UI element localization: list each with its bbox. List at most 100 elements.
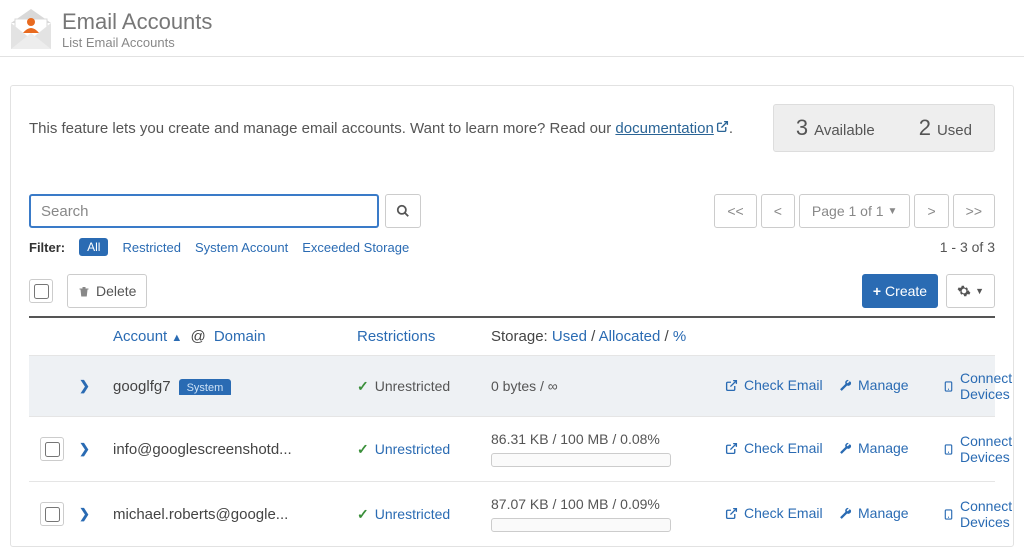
create-label: Create — [885, 283, 927, 299]
storage-cell: 0 bytes / ∞ — [491, 378, 721, 394]
filter-exceeded[interactable]: Exceeded Storage — [302, 240, 409, 255]
filter-restricted[interactable]: Restricted — [122, 240, 181, 255]
system-badge: System — [179, 379, 232, 395]
table-header: Account ▲ @ Domain Restrictions Storage:… — [29, 318, 995, 355]
table-body: ❯googlfg7System✓Unrestricted0 bytes / ∞C… — [29, 355, 995, 546]
create-button[interactable]: + Create — [862, 274, 938, 308]
restriction-cell: ✓ Unrestricted — [357, 378, 487, 395]
external-link-icon — [716, 120, 729, 137]
check-icon: ✓ — [357, 378, 369, 394]
delete-button[interactable]: Delete — [67, 274, 147, 308]
table-row: ❯googlfg7System✓ Unrestricted 0 bytes / ∞C… — [29, 355, 995, 416]
search-button[interactable] — [385, 194, 421, 228]
page-prev-button[interactable]: < — [761, 194, 795, 228]
restriction-text: Unrestricted — [375, 378, 450, 394]
select-all-wrap[interactable] — [29, 279, 53, 303]
filter-label: Filter: — [29, 240, 65, 255]
filter-row: Filter: All Restricted System Account Ex… — [29, 238, 995, 256]
available-count: 3 — [796, 115, 808, 141]
storage-text: 86.31 KB / 100 MB / 0.08% — [491, 431, 721, 447]
manage-link[interactable]: Manage — [839, 440, 909, 456]
account-cell: michael.roberts@google... — [113, 506, 353, 523]
gear-icon — [957, 284, 971, 298]
page-title: Email Accounts — [62, 9, 212, 35]
connect-devices-link[interactable]: Connect Devices — [943, 498, 1012, 530]
restriction-text: Unrestricted — [375, 506, 450, 522]
intro-text-before: This feature lets you create and manage … — [29, 120, 615, 137]
account-cell: info@googlescreenshotd... — [113, 441, 353, 458]
stat-used: 2 Used — [897, 115, 994, 141]
restriction-cell[interactable]: ✓Unrestricted — [357, 441, 487, 458]
external-link-icon — [725, 379, 738, 392]
wrench-icon — [839, 379, 852, 392]
col-storage: Storage: Used / Allocated / % — [491, 328, 721, 345]
pagination: << < Page 1 of 1 ▼ > >> — [714, 194, 995, 228]
intro-text-after: . — [729, 120, 733, 137]
caret-down-icon: ▼ — [888, 206, 898, 217]
external-link-icon — [725, 442, 738, 455]
col-restrictions[interactable]: Restrictions — [357, 328, 487, 345]
restriction-cell[interactable]: ✓ Unrestricted — [357, 506, 487, 523]
action-bar: Delete + Create ▼ — [29, 274, 995, 318]
main-panel: This feature lets you create and manage … — [10, 85, 1014, 547]
device-icon — [943, 507, 954, 522]
email-accounts-icon — [8, 6, 54, 52]
expand-row-chevron[interactable]: ❯ — [79, 441, 109, 457]
device-icon — [943, 442, 954, 457]
available-label: Available — [814, 122, 875, 139]
external-link-icon — [725, 507, 738, 520]
storage-cell: 87.07 KB / 100 MB / 0.09% — [491, 496, 721, 532]
page-next-button[interactable]: > — [914, 194, 948, 228]
check-email-link[interactable]: Check Email — [725, 377, 823, 393]
col-account[interactable]: Account ▲ @ Domain — [113, 328, 353, 345]
sort-asc-icon: ▲ — [171, 332, 182, 344]
page-first-button[interactable]: << — [714, 194, 756, 228]
result-range: 1 - 3 of 3 — [940, 239, 995, 255]
search-icon — [396, 204, 410, 218]
page-last-button[interactable]: >> — [953, 194, 995, 228]
account-cell: googlfg7System — [113, 378, 353, 395]
storage-progress-bar — [491, 518, 671, 532]
expand-row-chevron[interactable]: ❯ — [79, 506, 109, 522]
manage-link[interactable]: Manage — [839, 505, 909, 521]
check-icon: ✓ — [357, 506, 369, 522]
storage-cell: 86.31 KB / 100 MB / 0.08% — [491, 431, 721, 467]
storage-progress-bar — [491, 453, 671, 467]
page-subtitle: List Email Accounts — [62, 35, 212, 50]
wrench-icon — [839, 507, 852, 520]
wrench-icon — [839, 442, 852, 455]
stat-available: 3 Available — [774, 115, 897, 141]
expand-row-chevron[interactable]: ❯ — [79, 378, 109, 394]
device-icon — [943, 379, 954, 394]
filter-all[interactable]: All — [79, 238, 108, 256]
trash-icon — [78, 285, 90, 298]
manage-link[interactable]: Manage — [839, 377, 909, 393]
select-all-checkbox[interactable] — [34, 284, 49, 299]
storage-text: 0 bytes / ∞ — [491, 378, 721, 394]
restriction-text: Unrestricted — [375, 441, 450, 457]
row-checkbox-wrap[interactable] — [40, 437, 64, 461]
table-row: ❯info@googlescreenshotd...✓Unrestricted8… — [29, 416, 995, 481]
connect-devices-link[interactable]: Connect Devices — [943, 433, 1012, 465]
filter-system[interactable]: System Account — [195, 240, 288, 255]
page-label: Page 1 of 1 — [812, 203, 884, 219]
check-email-link[interactable]: Check Email — [725, 440, 823, 456]
row-checkbox[interactable] — [45, 442, 60, 457]
connect-devices-link[interactable]: Connect Devices — [943, 370, 1012, 402]
page-label-button[interactable]: Page 1 of 1 ▼ — [799, 194, 911, 228]
row-checkbox[interactable] — [45, 507, 60, 522]
intro-row: This feature lets you create and manage … — [29, 104, 995, 152]
account-stats: 3 Available 2 Used — [773, 104, 995, 152]
caret-down-icon: ▼ — [975, 286, 984, 296]
check-email-link[interactable]: Check Email — [725, 505, 823, 521]
row-checkbox-wrap[interactable] — [40, 502, 64, 526]
search-input[interactable] — [29, 194, 379, 228]
page-header: Email Accounts List Email Accounts — [0, 0, 1024, 57]
documentation-link[interactable]: documentation — [615, 120, 713, 137]
delete-label: Delete — [96, 283, 136, 299]
used-label: Used — [937, 122, 972, 139]
settings-dropdown-button[interactable]: ▼ — [946, 274, 995, 308]
storage-text: 87.07 KB / 100 MB / 0.09% — [491, 496, 721, 512]
plus-icon: + — [873, 283, 881, 299]
table-row: ❯michael.roberts@google...✓ Unrestricted 8… — [29, 481, 995, 546]
